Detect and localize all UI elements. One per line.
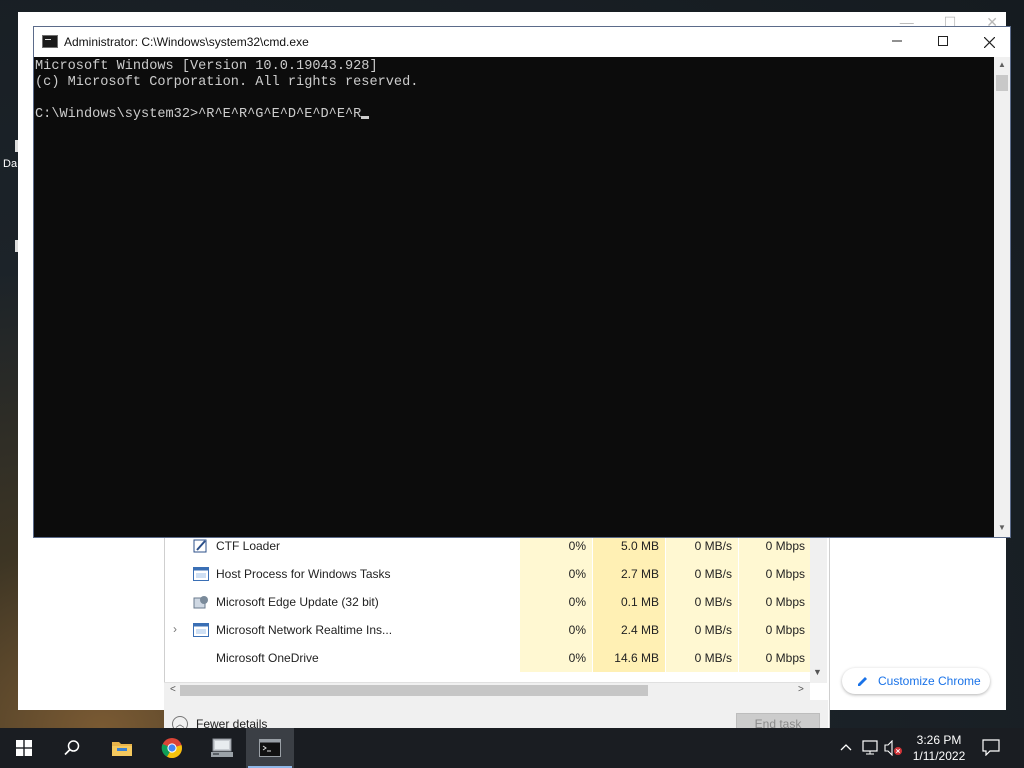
chevron-up-icon bbox=[840, 744, 852, 751]
command-prompt-taskbar-button[interactable] bbox=[246, 728, 294, 768]
cpu-value: 0% bbox=[520, 616, 592, 644]
disk-value: 0 MB/s bbox=[666, 644, 738, 672]
start-button[interactable] bbox=[0, 728, 48, 768]
command-prompt-icon[interactable] bbox=[42, 35, 58, 48]
expand-chevron-icon[interactable]: › bbox=[173, 622, 183, 636]
cpu-value: 0% bbox=[520, 560, 592, 588]
disk-value: 0 MB/s bbox=[666, 588, 738, 616]
command-prompt-icon bbox=[259, 739, 281, 757]
memory-value: 0.1 MB bbox=[593, 588, 665, 616]
cmd-titlebar[interactable]: Administrator: C:\Windows\system32\cmd.e… bbox=[34, 27, 1010, 57]
windows-logo-icon bbox=[16, 740, 32, 756]
window-app-icon bbox=[193, 567, 209, 581]
process-name: Microsoft Edge Update (32 bit) bbox=[216, 595, 379, 609]
maximize-button[interactable] bbox=[920, 27, 966, 57]
network-value: 0 Mbps bbox=[739, 616, 811, 644]
ctf-loader-icon bbox=[193, 539, 207, 553]
process-row[interactable]: › Microsoft Network Realtime Ins... 0% 2.4 … bbox=[165, 616, 829, 644]
edge-update-icon bbox=[193, 596, 208, 609]
search-icon bbox=[64, 740, 80, 756]
scroll-down-icon[interactable]: ▼ bbox=[813, 667, 822, 677]
scroll-thumb[interactable] bbox=[996, 75, 1008, 91]
server-manager-button[interactable] bbox=[198, 728, 246, 768]
chrome-button[interactable] bbox=[148, 728, 196, 768]
process-name: CTF Loader bbox=[216, 539, 281, 553]
scroll-left-icon[interactable]: < bbox=[170, 684, 176, 695]
file-explorer-icon bbox=[112, 742, 132, 756]
console-output[interactable]: Microsoft Windows [Version 10.0.19043.92… bbox=[34, 57, 992, 537]
action-center-button[interactable] bbox=[982, 739, 1000, 759]
chrome-icon bbox=[161, 738, 182, 759]
process-row[interactable]: ›Microsoft Edge Update (32 bit)0%0.1 MB0… bbox=[165, 588, 829, 616]
network-value: 0 Mbps bbox=[739, 588, 811, 616]
server-manager-icon bbox=[211, 738, 233, 757]
volume-muted-icon bbox=[884, 739, 902, 757]
show-hidden-icons-button[interactable] bbox=[840, 740, 852, 755]
disk-value: 0 MB/s bbox=[666, 560, 738, 588]
file-explorer-button[interactable] bbox=[98, 728, 146, 768]
console-line: Microsoft Windows [Version 10.0.19043.92… bbox=[35, 59, 378, 74]
customize-chrome-button[interactable]: Customize Chrome bbox=[842, 668, 990, 694]
scroll-down-icon[interactable]: ▼ bbox=[994, 523, 1010, 532]
process-name: Host Process for Windows Tasks bbox=[216, 567, 391, 581]
system-clock[interactable]: 3:26 PM 1/11/2022 bbox=[908, 732, 970, 764]
task-manager-vertical-scrollbar[interactable]: ▼ bbox=[810, 537, 827, 683]
network-icon bbox=[862, 740, 878, 755]
process-row[interactable]: ›Host Process for Windows Tasks0%2.7 MB0… bbox=[165, 560, 829, 588]
pencil-icon bbox=[858, 677, 867, 686]
network-button[interactable] bbox=[862, 740, 880, 759]
network-value: 0 Mbps bbox=[739, 560, 811, 588]
cpu-value: 0% bbox=[520, 588, 592, 616]
console-prompt-line: C:\Windows\system32>^R^E^R^G^E^D^E^D^E^R bbox=[35, 107, 992, 123]
process-row[interactable]: ›Microsoft OneDrive0%14.6 MB0 MB/s0 Mbps bbox=[165, 644, 829, 672]
taskbar: 3:26 PM 1/11/2022 bbox=[0, 728, 1024, 768]
close-button[interactable] bbox=[966, 27, 1012, 57]
minimize-icon bbox=[892, 40, 902, 42]
disk-value: 0 MB/s bbox=[666, 616, 738, 644]
clock-date: 1/11/2022 bbox=[912, 749, 966, 763]
memory-value: 2.4 MB bbox=[593, 616, 665, 644]
clock-time: 3:26 PM bbox=[916, 733, 962, 747]
network-value: 0 Mbps bbox=[739, 644, 811, 672]
memory-value: 2.7 MB bbox=[593, 560, 665, 588]
console-vertical-scrollbar[interactable]: ▲ ▼ bbox=[994, 57, 1010, 537]
volume-button[interactable] bbox=[884, 739, 904, 759]
maximize-icon bbox=[938, 36, 948, 46]
customize-chrome-label: Customize Chrome bbox=[878, 674, 981, 688]
console-line: (c) Microsoft Corporation. All rights re… bbox=[35, 75, 419, 90]
process-name: Microsoft Network Realtime Ins... bbox=[216, 623, 393, 637]
process-name: Microsoft OneDrive bbox=[216, 651, 319, 665]
notification-icon bbox=[982, 739, 1000, 757]
cpu-value: 0% bbox=[520, 644, 592, 672]
minimize-button[interactable] bbox=[874, 27, 920, 57]
window-title: Administrator: C:\Windows\system32\cmd.e… bbox=[64, 35, 309, 49]
horizontal-scroll-thumb[interactable] bbox=[180, 685, 648, 696]
scroll-up-icon[interactable]: ▲ bbox=[994, 60, 1010, 69]
window-app-icon bbox=[193, 623, 209, 637]
console-line: C:\Windows\system32>^R^E^R^G^E^D^E^D^E^R bbox=[35, 107, 362, 122]
command-prompt-window[interactable]: Administrator: C:\Windows\system32\cmd.e… bbox=[33, 26, 1011, 538]
scroll-right-icon[interactable]: > bbox=[798, 684, 804, 695]
text-cursor bbox=[361, 116, 370, 119]
close-icon bbox=[983, 36, 995, 49]
desktop-icon-label[interactable]: Da bbox=[3, 158, 17, 170]
memory-value: 14.6 MB bbox=[593, 644, 665, 672]
search-button[interactable] bbox=[48, 728, 96, 768]
